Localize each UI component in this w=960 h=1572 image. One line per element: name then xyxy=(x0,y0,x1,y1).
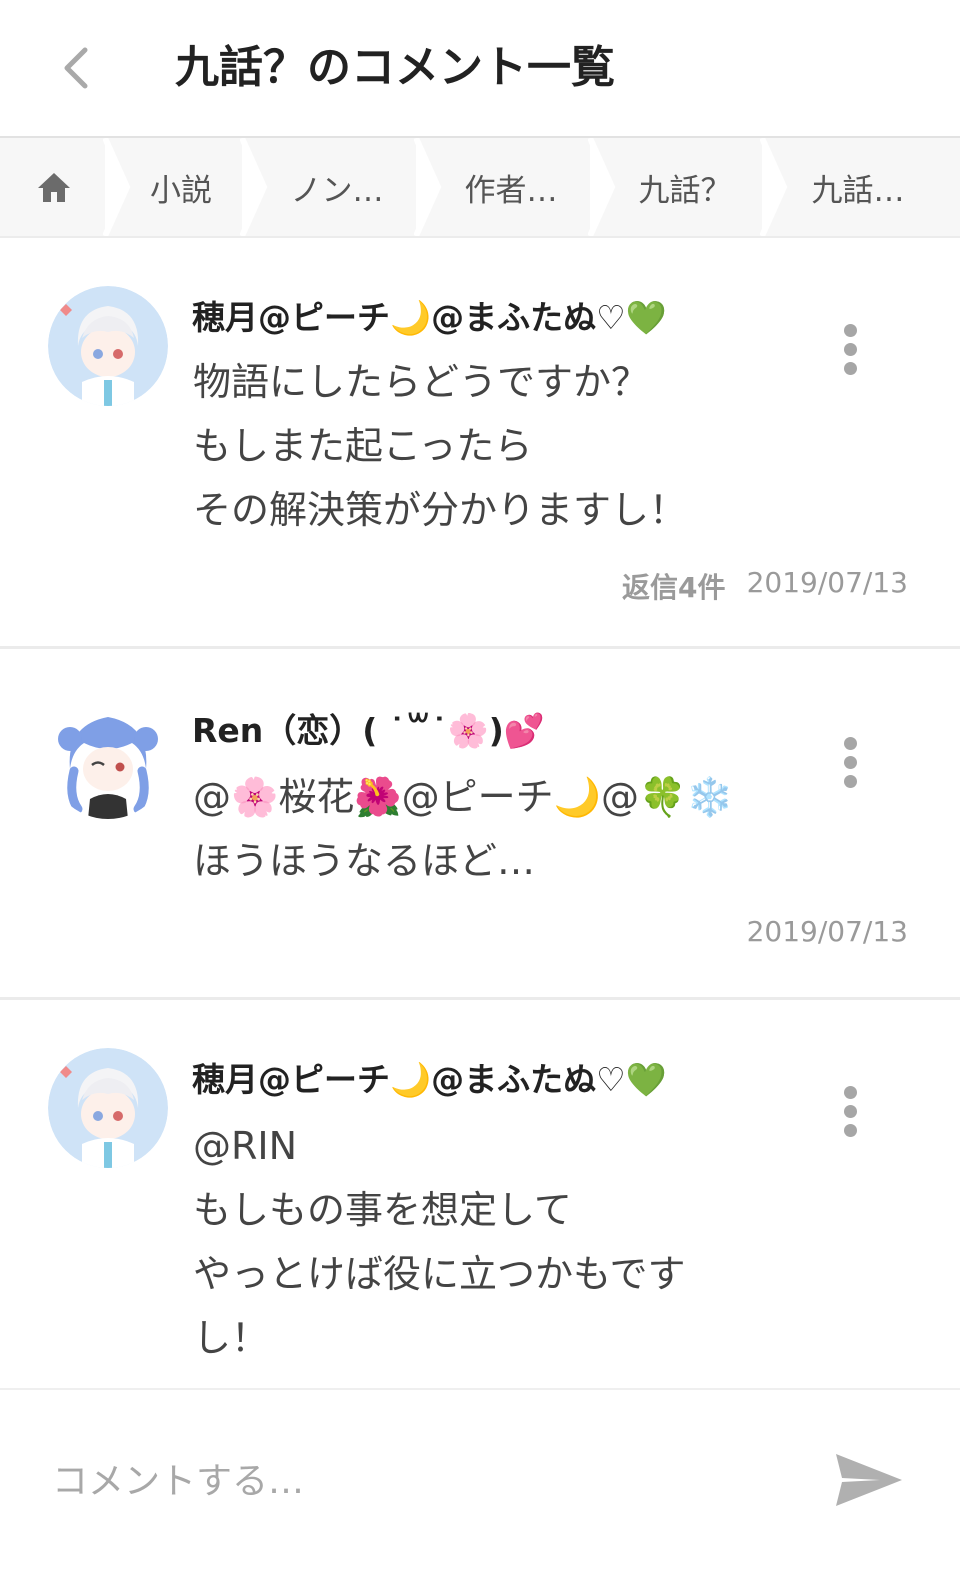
page-title: 九話？のコメント一覧 xyxy=(175,42,615,93)
avatar[interactable] xyxy=(48,699,168,819)
comment-author[interactable]: 穂月@ピーチ🌙@まふたぬ♡💚 xyxy=(192,1058,667,1102)
avatar-image xyxy=(48,1048,168,1168)
app-header: 九話？のコメント一覧 xyxy=(0,0,960,138)
comment-author[interactable]: 穂月@ピーチ🌙@まふたぬ♡💚 xyxy=(192,296,667,340)
reply-count-link[interactable]: 返信4件 xyxy=(622,566,725,606)
send-icon xyxy=(836,1454,902,1506)
breadcrumb-item-episode[interactable]: 九話？ xyxy=(606,138,764,236)
comment-date: 2019/07/13 xyxy=(746,915,908,948)
comment-item: 穂月@ピーチ🌙@まふたぬ♡💚 物語にしたらどうですか？ もしまた起こったら その… xyxy=(0,238,960,646)
comment-date: 2019/07/13 xyxy=(746,566,908,599)
avatar-image xyxy=(48,699,168,819)
comment-author[interactable]: Ren（恋）( ˙꒳˙🌸)💕 xyxy=(192,709,545,753)
comment-item: Ren（恋）( ˙꒳˙🌸)💕 @🌸桜花🌺@ピーチ🌙@🍀❄️ ほうほうなるほど… … xyxy=(0,649,960,997)
breadcrumb-home[interactable] xyxy=(0,138,108,236)
breadcrumb-item-current[interactable]: 九話… xyxy=(778,138,938,236)
breadcrumb-item-novel[interactable]: 小説 xyxy=(120,138,242,236)
breadcrumb: 小説 ノン… 作者… 九話？ 九話… xyxy=(0,138,960,238)
more-options-button[interactable] xyxy=(826,318,874,382)
send-button[interactable] xyxy=(830,1448,906,1512)
comment-text: @🌸桜花🌺@ピーチ🌙@🍀❄️ ほうほうなるほど… xyxy=(193,775,734,883)
avatar[interactable] xyxy=(48,286,168,406)
avatar-image xyxy=(48,286,168,406)
comment-composer xyxy=(0,1388,960,1572)
comment-text: 物語にしたらどうですか？ もしまた起こったら その解決策が分かりますし！ xyxy=(193,360,688,532)
comment-text: @RIN もしもの事を想定して やっとけば役に立つかもです し！ xyxy=(193,1124,686,1360)
chevron-left-icon xyxy=(64,47,88,89)
breadcrumb-item-genre[interactable]: ノン… xyxy=(258,138,416,236)
avatar[interactable] xyxy=(48,1048,168,1168)
home-icon xyxy=(38,173,70,202)
comment-item: 穂月@ピーチ🌙@まふたぬ♡💚 @RIN もしもの事を想定して やっとけば役に立つ… xyxy=(0,1000,960,1388)
back-button[interactable] xyxy=(48,36,104,100)
breadcrumb-item-author[interactable]: 作者… xyxy=(432,138,590,236)
more-options-button[interactable] xyxy=(826,1080,874,1144)
comment-input[interactable] xyxy=(50,1440,794,1522)
more-options-button[interactable] xyxy=(826,731,874,795)
